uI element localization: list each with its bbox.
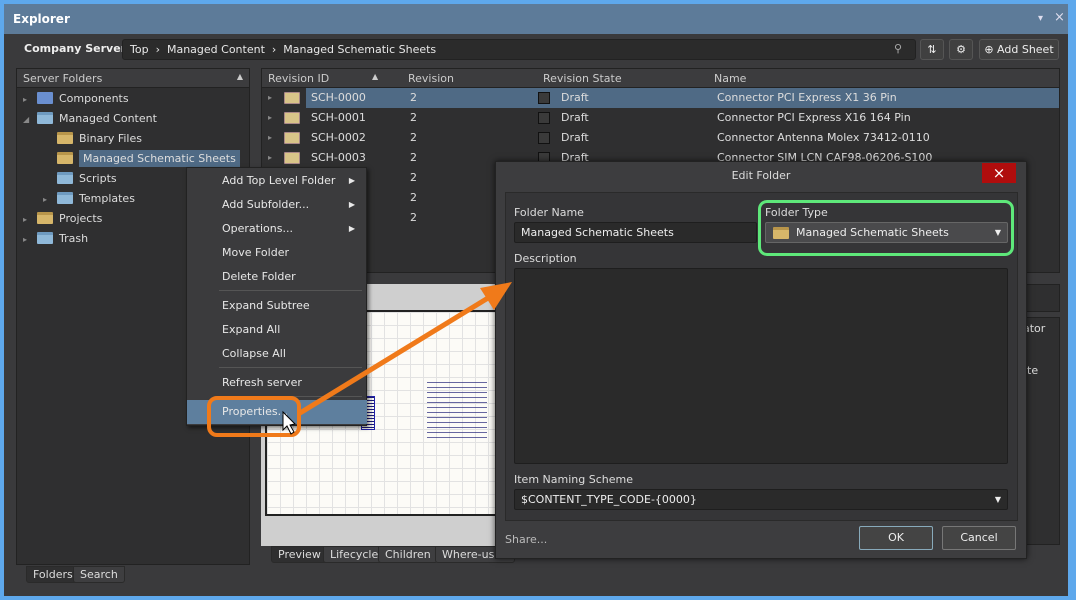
mouse-cursor-icon [282, 410, 297, 435]
arrow-head-icon [480, 282, 512, 310]
annotation-arrow [298, 295, 490, 416]
annotation-overlay [207, 282, 512, 437]
